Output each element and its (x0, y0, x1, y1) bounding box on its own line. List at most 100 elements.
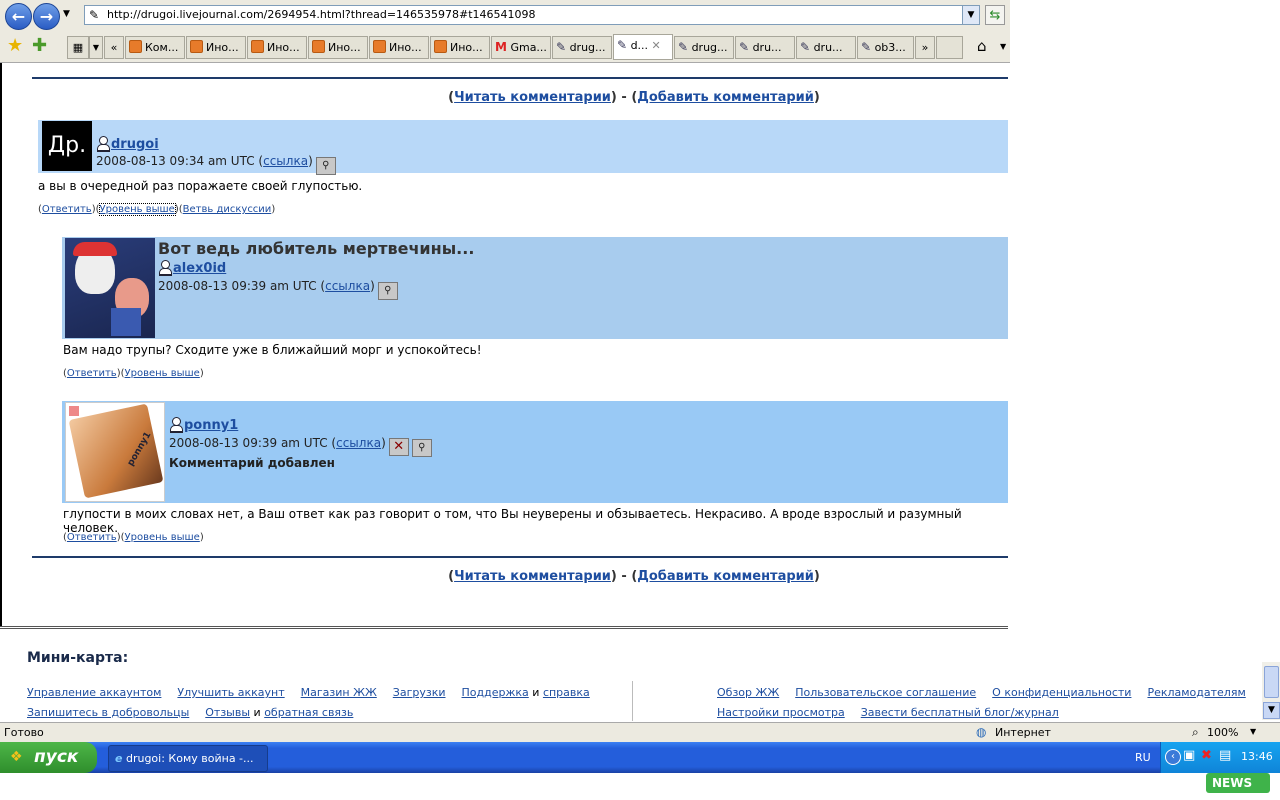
home-dropdown-icon[interactable]: ▼ (1000, 42, 1006, 51)
tab-close-icon[interactable]: ✕ (652, 39, 661, 52)
taskbar-ie-window[interactable]: e drugoi: Кому война -... (108, 745, 268, 772)
address-field[interactable]: ✎ http://drugoi.livejournal.com/2694954.… (84, 5, 980, 25)
minimap-divider (632, 681, 633, 721)
user-icon[interactable] (158, 260, 172, 276)
upgrade-account-link[interactable]: Улучшить аккаунт (177, 686, 284, 699)
home-icon[interactable]: ⌂ (977, 37, 987, 55)
clock[interactable]: 13:46 (1241, 750, 1273, 763)
read-comments-link[interactable]: Читать комментарии (454, 90, 611, 105)
user-icon[interactable] (96, 136, 110, 152)
tab-7[interactable]: M Gma... (491, 36, 551, 59)
parent-link[interactable]: Уровень выше (98, 203, 176, 216)
page-pen-icon: ✎ (556, 40, 567, 54)
add-comment-link[interactable]: Добавить комментарий (637, 90, 814, 105)
network-icon[interactable]: ▣ (1183, 748, 1195, 763)
volunteer-link[interactable]: Запишитесь в добровольцы (27, 706, 189, 719)
help-link[interactable]: справка (543, 686, 590, 699)
parent-link[interactable]: Уровень выше (125, 532, 200, 543)
reply-link[interactable]: Ответить (67, 532, 117, 543)
tab-label: Ино... (328, 41, 361, 54)
account-manage-link[interactable]: Управление аккаунтом (27, 686, 161, 699)
tray-expand-icon[interactable]: ‹ (1165, 749, 1181, 765)
new-tab-button[interactable] (936, 36, 963, 59)
tab-label: Ино... (206, 41, 239, 54)
lj-overview-link[interactable]: Обзор ЖЖ (717, 686, 779, 699)
zone-text: Интернет (995, 726, 1051, 739)
thread-link[interactable]: Ветвь дискуссии (183, 204, 272, 215)
read-comments-link[interactable]: Читать комментарии (454, 569, 611, 584)
add-comment-link[interactable]: Добавить комментарий (637, 569, 814, 584)
privacy-link[interactable]: О конфиденциальности (992, 686, 1131, 699)
username-link[interactable]: drugoi (111, 137, 159, 152)
tab-2[interactable]: Ино... (186, 36, 246, 59)
avatar-photo (68, 403, 164, 499)
back-arrow-icon[interactable]: ← (5, 3, 32, 30)
tab-8[interactable]: ✎ drug... (552, 36, 612, 59)
comment-body: Вам надо трупы? Сходите уже в ближайший … (63, 343, 482, 357)
tab-9-active[interactable]: ✎ d... ✕ (613, 34, 673, 60)
reviews-link[interactable]: Отзывы (205, 706, 250, 719)
livejournal-icon (251, 40, 264, 53)
delete-icon[interactable]: ✕ (388, 438, 409, 456)
zoom-dropdown-icon[interactable]: ▼ (1250, 727, 1256, 736)
quick-tabs-icon[interactable]: ▦ (67, 36, 89, 59)
permalink[interactable]: ссылка (325, 279, 370, 293)
view-settings-link[interactable]: Настройки просмотра (717, 706, 845, 719)
support-link[interactable]: Поддержка (462, 686, 529, 699)
scroll-thumb[interactable] (1264, 666, 1279, 698)
refresh-icon[interactable]: ⇆ (985, 5, 1005, 25)
tab-scroll-left-button[interactable]: « (104, 36, 124, 59)
tab-11[interactable]: ✎ dru... (735, 36, 795, 59)
tab-13[interactable]: ✎ ob3... (857, 36, 914, 59)
permalink[interactable]: ссылка (336, 436, 381, 450)
user-icon[interactable] (169, 417, 183, 433)
tab-10[interactable]: ✎ drug... (674, 36, 734, 59)
tab-3[interactable]: Ино... (247, 36, 307, 59)
add-favorite-icon[interactable]: ✚ (32, 35, 47, 56)
history-dropdown-icon[interactable]: ▼ (63, 9, 70, 19)
tab-list-icon[interactable]: ▼ (89, 36, 103, 59)
address-dropdown-icon[interactable]: ▼ (962, 6, 979, 24)
favorites-star-icon[interactable]: ★ (7, 35, 23, 56)
paren: ) (813, 569, 820, 584)
tab-scroll-right-button[interactable]: » (915, 36, 935, 59)
separator: - (616, 90, 632, 105)
taskbar: ❖ пуск e drugoi: Кому война -... RU ‹ ▣ … (0, 742, 1280, 773)
support-group: Поддержка и справка (462, 686, 590, 699)
news-badge[interactable]: NEWS (1206, 773, 1270, 793)
reply-link[interactable]: Ответить (67, 368, 117, 379)
tab-label: Ино... (389, 41, 422, 54)
reply-link[interactable]: Ответить (42, 204, 92, 215)
scroll-down-icon[interactable]: ▼ (1263, 702, 1280, 719)
permalink[interactable]: ссылка (263, 154, 308, 168)
pin-icon[interactable]: ⚲ (377, 282, 398, 300)
feedback-link[interactable]: обратная связь (264, 706, 353, 719)
antivirus-icon[interactable]: ✖ (1201, 748, 1212, 763)
terms-link[interactable]: Пользовательское соглашение (795, 686, 976, 699)
forward-arrow-icon[interactable]: → (33, 3, 60, 30)
advertisers-link[interactable]: Рекламодателям (1147, 686, 1245, 699)
minimap-right-row2: Настройки просмотра Завести бесплатный бл… (717, 705, 1075, 719)
downloads-link[interactable]: Загрузки (393, 686, 446, 699)
tab-12[interactable]: ✎ dru... (796, 36, 856, 59)
pin-icon[interactable]: ⚲ (411, 439, 432, 457)
tab-label: drug... (691, 41, 728, 54)
tab-4[interactable]: Ино... (308, 36, 368, 59)
username-link[interactable]: ponny1 (184, 418, 238, 433)
language-indicator[interactable]: RU (1135, 751, 1151, 764)
pin-icon[interactable]: ⚲ (315, 157, 336, 175)
vertical-scrollbar[interactable]: ▼ (1262, 662, 1280, 720)
gmail-icon: M (495, 40, 507, 54)
monitor-icon[interactable]: ▤ (1219, 748, 1231, 763)
zoom-level[interactable]: 100% (1207, 726, 1238, 739)
start-button[interactable]: ❖ пуск (0, 742, 97, 773)
tab-6[interactable]: Ино... (430, 36, 490, 59)
username-link[interactable]: alex0id (173, 261, 226, 276)
create-blog-link[interactable]: Завести бесплатный блог/журнал (861, 706, 1059, 719)
and-text: и (528, 686, 543, 699)
tab-5[interactable]: Ино... (369, 36, 429, 59)
parent-link[interactable]: Уровень выше (125, 368, 200, 379)
tab-1[interactable]: Ком... (125, 36, 185, 59)
shop-link[interactable]: Магазин ЖЖ (301, 686, 377, 699)
zoom-icon[interactable]: ⌕ (1192, 725, 1199, 740)
